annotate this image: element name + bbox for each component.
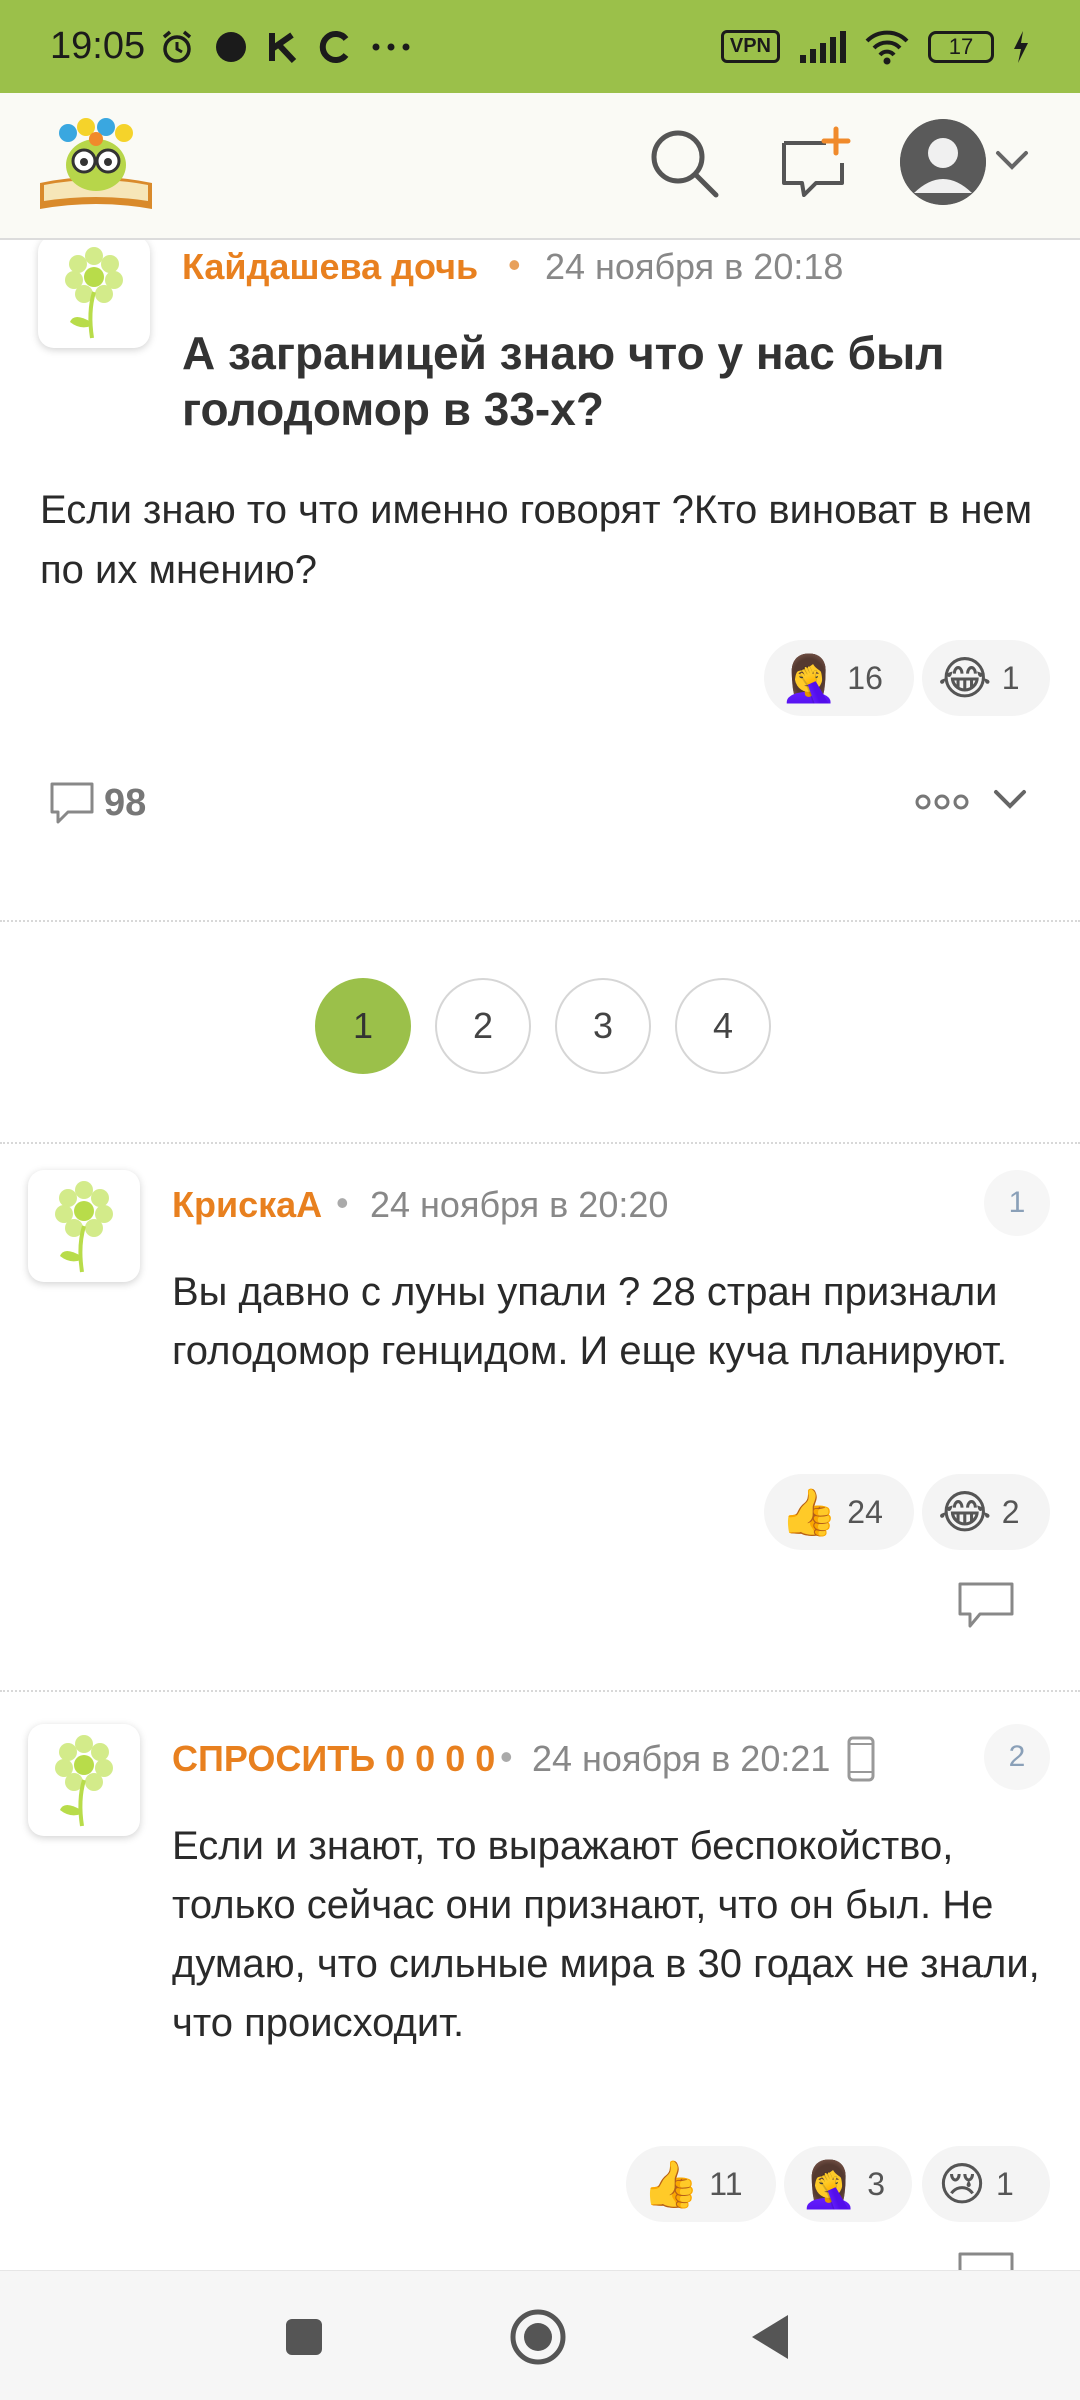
home-circle-icon [510,2309,566,2365]
separator-dot: • [336,1182,349,1223]
laugh-emoji: 😂 [938,1486,992,1538]
c-icon [319,30,349,63]
reaction-facepalm[interactable]: 🤦‍♀️ 3 [784,2146,912,2222]
reaction-count: 1 [995,2165,1014,2202]
k-icon [269,32,297,63]
reaction-facepalm[interactable]: 🤦‍♀️ 16 [764,640,914,716]
page-button-3[interactable]: 3 [555,978,651,1074]
status-time: 19:05 [50,25,146,67]
separator-dot: • [508,244,521,285]
comment-number: 2 [984,1724,1050,1790]
reaction-count: 24 [847,1493,883,1530]
comment-text: Вы давно с луны упали ? 28 стран признал… [172,1270,1008,1373]
laugh-emoji: 😂 [938,652,992,704]
more-dots-icon [372,43,410,50]
pagination: 1 2 3 4 [315,978,771,1074]
reply-icon[interactable] [956,2250,1016,2270]
dot-icon [216,31,247,62]
page-button-4[interactable]: 4 [675,978,771,1074]
expand-chevron-icon[interactable] [990,784,1030,814]
flower-icon [65,247,123,339]
reaction-count: 3 [867,2165,886,2202]
comment-icon [50,782,94,824]
comment-number: 1 [984,1170,1050,1236]
main-content: Кайдашева дочь • 24 ноября в 20:18 А заг… [0,240,1080,2270]
recent-apps-button[interactable] [276,2309,332,2365]
reaction-count: 11 [709,2165,743,2202]
reaction-crying[interactable]: 😢 1 [922,2146,1050,2222]
status-right-icons: VPN 17 [720,29,1030,65]
reply-icon[interactable] [956,1580,1016,1630]
search-icon[interactable] [644,123,724,203]
facepalm-emoji: 🤦‍♀️ [780,652,838,704]
user-avatar[interactable] [900,119,986,205]
home-button[interactable] [508,2307,568,2367]
thumbs-up-emoji: 👍 [780,1486,838,1538]
system-navigation-bar [0,2270,1080,2400]
comments-count: 98 [104,781,147,824]
comments-count-button[interactable]: 98 [48,780,146,826]
wifi-icon [865,30,909,64]
reaction-count: 1 [1001,659,1020,696]
charging-icon [1014,30,1028,63]
reaction-count: 16 [847,659,883,696]
back-button[interactable] [742,2309,798,2365]
page-button-2[interactable]: 2 [435,978,531,1074]
ask-question-icon[interactable] [774,123,854,203]
site-logo[interactable] [34,113,158,213]
vpn-badge: VPN [720,30,780,63]
chevron-down-icon[interactable] [992,145,1032,175]
comment-author-avatar[interactable] [28,1170,140,1282]
more-options-icon[interactable] [914,787,970,817]
divider [0,1690,1080,1692]
comment-author-name[interactable]: СПРОСИТЬ 0 0 0 0 [172,1738,495,1780]
reaction-laugh[interactable]: 😂 2 [922,1474,1050,1550]
question-author-avatar[interactable] [38,240,150,348]
square-icon [286,2319,322,2355]
facepalm-emoji: 🤦‍♀️ [800,2158,858,2210]
app-header [0,93,1080,240]
comment-author-avatar[interactable] [28,1724,140,1836]
battery-indicator: 17 [928,30,994,63]
battery-level: 17 [948,33,974,59]
page-button-1[interactable]: 1 [315,978,411,1074]
alarm-icon [162,30,192,63]
flower-icon [55,1181,113,1273]
question-text: Если знаю то что именно говорят ?Кто вин… [40,488,1033,592]
signal-icon [800,30,846,63]
back-triangle-icon [752,2315,788,2359]
divider [0,920,1080,922]
question-date: 24 ноября в 20:18 [545,246,844,287]
mobile-phone-icon [847,1736,875,1782]
flower-icon [55,1735,113,1827]
status-bar: 19:05 VPN 17 [0,0,1080,93]
status-left-icons [159,29,411,65]
comment-date: 24 ноября в 20:21 [532,1738,831,1779]
crying-emoji: 😢 [938,2158,986,2210]
comment-author-name[interactable]: КрискаА [172,1184,322,1226]
separator-dot: • [500,1736,513,1777]
reaction-thumbs-up[interactable]: 👍 24 [764,1474,914,1550]
divider [0,1142,1080,1144]
thumbs-up-emoji: 👍 [642,2158,700,2210]
comment-text: Если и знают, то выражают беспокойство, … [172,1824,1040,2045]
reaction-laugh[interactable]: 😂 1 [922,640,1050,716]
question-author-name[interactable]: Кайдашева дочь [182,246,478,288]
comment-date: 24 ноября в 20:20 [370,1184,669,1225]
reaction-count: 2 [1001,1493,1020,1530]
question-title: А заграницей знаю что у нас был голодомо… [182,327,945,435]
reaction-thumbs-up[interactable]: 👍 11 [626,2146,776,2222]
